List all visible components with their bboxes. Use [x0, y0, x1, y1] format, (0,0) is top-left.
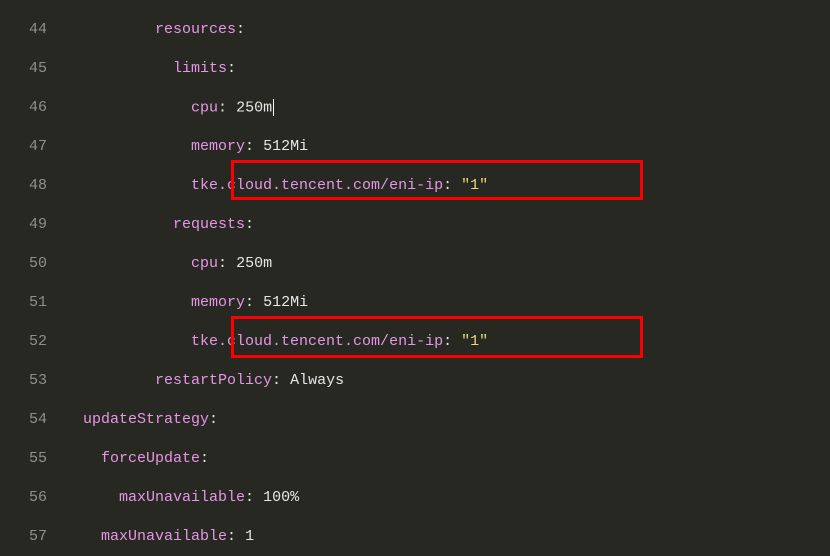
code-line-50[interactable]: 50 cpu: 250m	[0, 244, 830, 283]
line-number: 57	[0, 529, 65, 544]
code-line-52[interactable]: 52 tke.cloud.tencent.com/eni-ip: "1"	[0, 322, 830, 361]
line-number: 51	[0, 295, 65, 310]
code-content: cpu: 250m	[65, 256, 830, 271]
line-number: 46	[0, 100, 65, 115]
code-line-49[interactable]: 49 requests:	[0, 205, 830, 244]
line-number: 47	[0, 139, 65, 154]
code-content: resources:	[65, 22, 830, 37]
code-content: tke.cloud.tencent.com/eni-ip: "1"	[65, 334, 830, 349]
line-number: 56	[0, 490, 65, 505]
code-line-53[interactable]: 53 restartPolicy: Always	[0, 361, 830, 400]
line-number: 55	[0, 451, 65, 466]
code-line-47[interactable]: 47 memory: 512Mi	[0, 127, 830, 166]
code-line-48[interactable]: 48 tke.cloud.tencent.com/eni-ip: "1"	[0, 166, 830, 205]
code-content: maxUnavailable: 100%	[65, 490, 830, 505]
code-content: requests:	[65, 217, 830, 232]
line-number: 48	[0, 178, 65, 193]
text-cursor	[273, 99, 274, 116]
code-content: cpu: 250m	[65, 99, 830, 116]
code-content: limits:	[65, 61, 830, 76]
code-content: memory: 512Mi	[65, 295, 830, 310]
code-line-51[interactable]: 51 memory: 512Mi	[0, 283, 830, 322]
code-content: forceUpdate:	[65, 451, 830, 466]
code-line-57[interactable]: 57 maxUnavailable: 1	[0, 517, 830, 556]
code-content: updateStrategy:	[65, 412, 830, 427]
code-content: restartPolicy: Always	[65, 373, 830, 388]
code-content: tke.cloud.tencent.com/eni-ip: "1"	[65, 178, 830, 193]
code-content: maxUnavailable: 1	[65, 529, 830, 544]
line-number: 52	[0, 334, 65, 349]
code-line-46[interactable]: 46 cpu: 250m	[0, 88, 830, 127]
code-line-55[interactable]: 55 forceUpdate:	[0, 439, 830, 478]
line-number: 50	[0, 256, 65, 271]
code-line-45[interactable]: 45 limits:	[0, 49, 830, 88]
line-number: 54	[0, 412, 65, 427]
code-line-56[interactable]: 56 maxUnavailable: 100%	[0, 478, 830, 517]
code-line-54[interactable]: 54 updateStrategy:	[0, 400, 830, 439]
line-number: 44	[0, 22, 65, 37]
line-number: 53	[0, 373, 65, 388]
line-number: 45	[0, 61, 65, 76]
code-line-44[interactable]: 44 resources:	[0, 10, 830, 49]
line-number: 49	[0, 217, 65, 232]
code-content: memory: 512Mi	[65, 139, 830, 154]
